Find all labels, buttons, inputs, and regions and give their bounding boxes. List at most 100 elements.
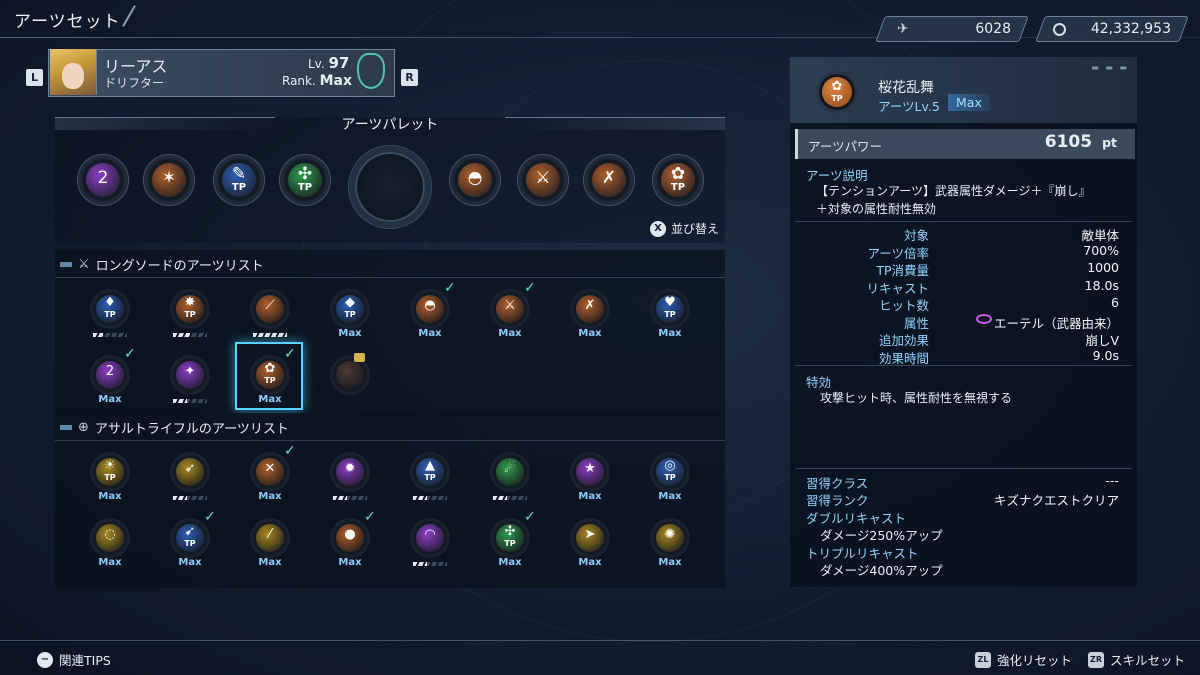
blue-heart-tp-icon[interactable]: ♥ TP <box>650 289 690 329</box>
slot-glyph: ✎ <box>231 164 247 184</box>
bronze-cross-icon[interactable]: ✗ <box>584 155 634 205</box>
max-badge: Max <box>658 491 682 502</box>
icon-tp-label: TP <box>184 539 196 548</box>
blue-flame-tp-icon[interactable]: ♦ TP <box>90 289 130 329</box>
sort-label: 並び替え <box>671 222 720 236</box>
purple-arc-icon[interactable]: ◠ <box>410 518 450 558</box>
icon-glyph: ✺ <box>664 527 676 542</box>
max-badge: Max <box>498 328 522 339</box>
prev-character-button[interactable]: L <box>26 69 43 86</box>
icon-glyph: ✗ <box>584 298 596 313</box>
detail-arts-level: アーツLv.5 <box>878 99 940 114</box>
level-bar <box>173 496 207 500</box>
slot-glyph: ◓ <box>467 168 483 188</box>
bronze-slash-icon[interactable]: ⚔ <box>518 155 568 205</box>
gold-sun-tp-icon[interactable]: ☀ TP <box>90 452 130 492</box>
blue-wave-tp-icon[interactable]: ▲ TP <box>410 452 450 492</box>
gold-spread-icon[interactable]: ✺ <box>650 518 690 558</box>
gold-rifle-icon[interactable]: ➶ <box>170 452 210 492</box>
learned-check-icon: ✓ <box>124 346 136 362</box>
detail-level-badge: Max <box>948 94 990 111</box>
purple-claw-icon[interactable]: ✦ <box>170 355 210 395</box>
level-bar <box>413 562 447 566</box>
sort-control[interactable]: X 並び替え <box>650 220 719 237</box>
character-portrait <box>50 49 97 95</box>
icon-glyph: 2 <box>105 364 115 379</box>
icon-glyph: ✕ <box>264 461 276 476</box>
bronze-dome-icon[interactable]: ◓ <box>450 155 500 205</box>
gold-shot-icon[interactable]: ➤ <box>570 518 610 558</box>
power-number: 6105 <box>1044 132 1093 152</box>
stat-value: エーテル（武器由来） <box>993 315 1119 331</box>
bronze-burst-icon[interactable]: ✶ <box>144 155 194 205</box>
ether-icon <box>976 314 992 324</box>
arts-detail-panel: ▬ ▬ ▬ ✿ TP 桜花乱舞 アーツLv.5 Max アーツパワー 6105 … <box>790 57 1137 587</box>
green-tp-icon[interactable]: ✣ TP <box>280 155 330 205</box>
assault-list-title: アサルトライフルのアーツリスト <box>94 421 289 437</box>
bronze-blade-icon[interactable]: ⟋ <box>250 289 290 329</box>
icon-tp-label: TP <box>104 473 116 482</box>
x-button-icon: X <box>650 220 666 237</box>
coin-icon <box>1053 22 1066 36</box>
character-rank: Rank. Max <box>282 73 352 89</box>
level-bar-fill <box>413 496 427 500</box>
desc-line-1: 【テンションアーツ】武器属性ダメージ＋『崩し』 <box>816 184 1091 198</box>
level-bar-fill <box>173 496 187 500</box>
level-bar <box>333 496 367 500</box>
next-character-button[interactable]: R <box>401 69 418 86</box>
learned-check-icon: ✓ <box>364 509 376 525</box>
gold-ring-icon[interactable]: ◌ <box>90 518 130 558</box>
bronze-cross-icon[interactable]: ✗ <box>570 289 610 329</box>
max-badge: Max <box>578 328 602 339</box>
icon-tp-label: TP <box>344 310 356 319</box>
icon-glyph: ➤ <box>584 527 596 542</box>
level-bar-fill <box>253 333 287 337</box>
bronze-tp-icon[interactable]: ✿ TP <box>653 155 703 205</box>
detail-separator <box>795 468 1132 469</box>
max-badge: Max <box>338 557 362 568</box>
reset-control[interactable]: ZL 強化リセット <box>975 650 1072 669</box>
zr-button-icon: ZR <box>1088 651 1104 668</box>
stat-label: 属性 <box>903 315 929 331</box>
learn-class-value: --- <box>1105 473 1119 488</box>
purple-swirl-icon[interactable]: 2 <box>78 155 128 205</box>
blue-tp-icon[interactable]: ✎ TP <box>214 155 264 205</box>
stat-value: 6 <box>1111 295 1119 310</box>
power-value: 6105 pt <box>1045 132 1117 152</box>
level-bar-fill <box>173 399 187 403</box>
blue-target-tp-icon[interactable]: ◎ TP <box>650 452 690 492</box>
purple-star-icon[interactable]: ★ <box>570 452 610 492</box>
icon-glyph: ☄ <box>504 461 516 476</box>
skillset-control[interactable]: ZR スキルセット <box>1088 650 1185 669</box>
kizuna-emblem-icon <box>357 53 385 89</box>
icon-tp-label: TP <box>104 310 116 319</box>
icon-tp-label: TP <box>424 473 436 482</box>
power-label: アーツパワー <box>808 139 883 154</box>
level-bar-fill <box>493 496 507 500</box>
level-bar <box>93 333 127 337</box>
level-bar <box>173 399 207 403</box>
palette-frame-right <box>505 117 725 130</box>
detail-arts-icon: ✿ TP <box>816 71 858 113</box>
max-badge: Max <box>418 328 442 339</box>
slot-glyph: ⚔ <box>535 168 551 188</box>
bronze-star-tp-icon[interactable]: ✸ TP <box>170 289 210 329</box>
icon-glyph: ◓ <box>424 298 436 313</box>
slot-glyph: ✣ <box>297 164 313 184</box>
icon-tp-label: TP <box>184 310 196 319</box>
green-bolt-icon[interactable]: ☄ <box>490 452 530 492</box>
icon-glyph: ◌ <box>104 527 116 542</box>
stat-label: アーツ倍率 <box>867 245 929 261</box>
tips-control[interactable]: − 関連TIPS <box>37 650 111 669</box>
icon-glyph: ◠ <box>424 527 436 542</box>
detail-icon-tp: TP <box>831 94 843 103</box>
triple-recast-text: ダメージ400%アップ <box>820 563 943 578</box>
assault-rifle-arts-list: ⊕ アサルトライフルのアーツリスト <box>55 413 725 588</box>
max-badge: Max <box>98 557 122 568</box>
gold-streak-icon[interactable]: ⁄ <box>250 518 290 558</box>
purple-burst-icon[interactable]: ✹ <box>330 452 370 492</box>
level-bar-fill <box>93 333 104 337</box>
blue-gem-tp-icon[interactable]: ◆ TP <box>330 289 370 329</box>
level-value: 97 <box>328 54 350 72</box>
max-badge: Max <box>258 557 282 568</box>
